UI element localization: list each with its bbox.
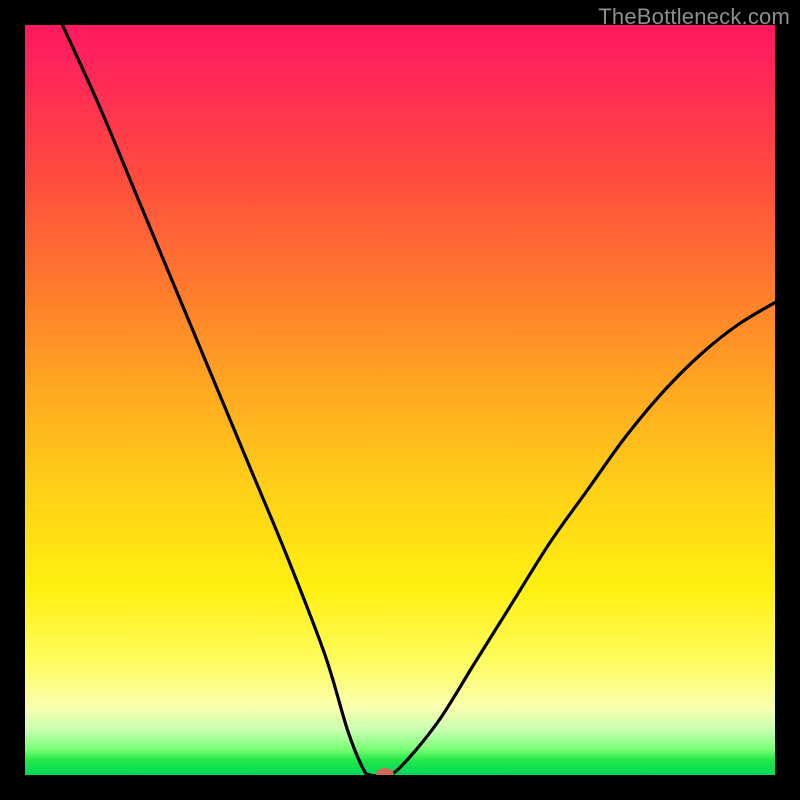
optimal-point-marker (376, 768, 394, 775)
plot-area (25, 25, 775, 775)
chart-frame: TheBottleneck.com (0, 0, 800, 800)
curve-svg (25, 25, 775, 775)
bottleneck-curve (63, 25, 776, 775)
